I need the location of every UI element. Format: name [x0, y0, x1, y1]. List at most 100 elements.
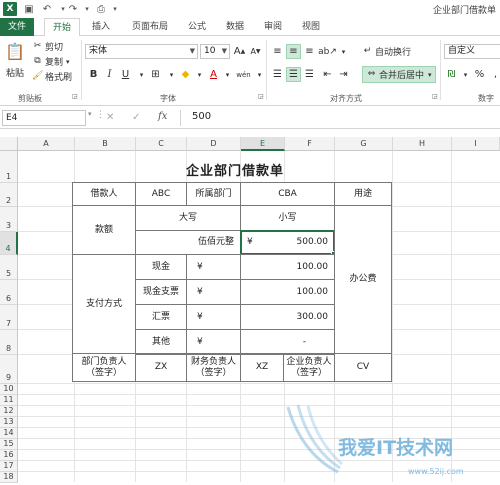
align-center-icon[interactable]: ☰ — [286, 67, 301, 82]
row-header-6[interactable]: 6 — [0, 280, 18, 305]
payment-currency[interactable]: ¥ — [186, 254, 241, 280]
phonetic-icon[interactable]: wén — [236, 67, 251, 82]
align-top-icon[interactable]: ≡ — [270, 44, 285, 59]
percent-button[interactable]: % — [472, 67, 487, 82]
redo-icon[interactable]: ↷ — [66, 2, 80, 16]
department-value[interactable]: CBA — [240, 182, 335, 206]
insert-function-button[interactable]: fx — [158, 111, 167, 122]
payment-amount[interactable]: 100.00 — [240, 254, 335, 280]
borrower-value[interactable]: ABC — [135, 182, 187, 206]
column-header-f[interactable]: F — [285, 137, 335, 151]
tab-data[interactable]: 数据 — [218, 18, 252, 36]
decrease-indent-icon[interactable]: ⇤ — [320, 67, 335, 82]
column-header-a[interactable]: A — [18, 137, 75, 151]
column-header-b[interactable]: B — [75, 137, 136, 151]
column-header-i[interactable]: I — [452, 137, 500, 151]
finance-head-label[interactable]: 财务负责人 （签字） — [186, 353, 241, 382]
font-color-icon[interactable]: A — [206, 67, 221, 82]
alignment-launcher-icon[interactable]: ◲ — [432, 93, 438, 100]
row-header-10[interactable]: 10 — [0, 384, 18, 395]
copy-dropdown-icon[interactable]: ▾ — [66, 58, 70, 66]
clipboard-launcher-icon[interactable]: ◲ — [72, 93, 78, 100]
row-header-5[interactable]: 5 — [0, 255, 18, 280]
wrap-text-button[interactable]: ↵ 自动换行 — [362, 45, 411, 58]
purpose-label[interactable]: 用途 — [334, 182, 392, 206]
underline-dropdown-icon[interactable]: ▾ — [134, 67, 149, 82]
font-name-combo[interactable]: 宋体 ▼ — [85, 44, 198, 59]
uppercase-label[interactable]: 大写 — [135, 205, 241, 231]
orientation-dropdown-icon[interactable]: ▾ — [336, 44, 351, 59]
payment-currency[interactable]: ¥ — [186, 304, 241, 330]
bold-button[interactable]: B — [86, 67, 101, 82]
number-format-combo[interactable]: 自定义 — [444, 44, 500, 59]
redo-dropdown-icon[interactable]: ▾ — [80, 2, 94, 16]
grow-font-button[interactable]: A ▲ — [232, 44, 247, 59]
row-header-1[interactable]: 1 — [0, 151, 18, 183]
tab-page-layout[interactable]: 页面布局 — [124, 18, 176, 36]
row-header-4[interactable]: 4 — [0, 232, 18, 255]
row-header-12[interactable]: 12 — [0, 406, 18, 417]
copy-button[interactable]: ⧉ 复制 ▾ — [32, 55, 70, 68]
formula-input[interactable]: 500 — [188, 110, 500, 126]
row-header-14[interactable]: 14 — [0, 428, 18, 439]
column-header-h[interactable]: H — [393, 137, 452, 151]
purpose-value[interactable]: 办公费 — [334, 205, 392, 354]
payment-currency[interactable]: ¥ — [186, 279, 241, 305]
finance-head-value[interactable]: XZ — [240, 353, 284, 382]
customize-qat-icon[interactable]: ▾ — [108, 2, 122, 16]
name-box-dropdown-icon[interactable]: ▾ — [88, 110, 92, 118]
column-header-d[interactable]: D — [187, 137, 241, 151]
font-launcher-icon[interactable]: ◲ — [258, 93, 264, 100]
tab-insert[interactable]: 插入 — [84, 18, 118, 36]
corp-head-value[interactable]: CV — [334, 353, 392, 382]
dept-head-label[interactable]: 部门负责人 （签字） — [72, 353, 136, 382]
row-header-15[interactable]: 15 — [0, 439, 18, 450]
amount-label[interactable]: 款额 — [72, 205, 136, 255]
payment-type-label[interactable]: 汇票 — [135, 304, 187, 330]
tab-file[interactable]: 文件 — [0, 18, 34, 36]
undo-icon[interactable]: ↶ — [40, 2, 54, 16]
row-header-8[interactable]: 8 — [0, 330, 18, 355]
payment-amount[interactable]: 300.00 — [240, 304, 335, 330]
row-header-11[interactable]: 11 — [0, 395, 18, 406]
select-all-corner[interactable] — [0, 137, 18, 151]
dept-head-value[interactable]: ZX — [135, 353, 187, 382]
align-middle-icon[interactable]: ≡ — [286, 44, 301, 59]
lowercase-label[interactable]: 小写 — [240, 205, 335, 231]
department-label[interactable]: 所属部门 — [186, 182, 241, 206]
borders-dropdown-icon[interactable]: ▾ — [164, 67, 179, 82]
currency-format-icon[interactable]: ₪ — [444, 67, 459, 82]
borrower-label[interactable]: 借款人 — [72, 182, 136, 206]
row-header-3[interactable]: 3 — [0, 207, 18, 232]
orientation-icon[interactable]: ab↗ — [318, 44, 337, 59]
row-header-13[interactable]: 13 — [0, 417, 18, 428]
uppercase-amount[interactable]: 伍佰元整 — [135, 230, 241, 255]
phonetic-dropdown-icon[interactable]: ▾ — [252, 67, 267, 82]
fill-color-icon[interactable]: ◆ — [178, 67, 193, 82]
column-header-g[interactable]: G — [335, 137, 393, 151]
row-header-2[interactable]: 2 — [0, 183, 18, 207]
italic-button[interactable]: I — [102, 67, 117, 82]
payment-amount[interactable]: - — [240, 329, 335, 355]
column-header-c[interactable]: C — [136, 137, 187, 151]
row-header-17[interactable]: 17 — [0, 461, 18, 472]
borders-icon[interactable]: ⊞ — [148, 67, 163, 82]
print-preview-icon[interactable]: ⎙ — [94, 2, 108, 16]
corp-head-label[interactable]: 企业负责人 （签字） — [283, 353, 335, 382]
align-left-icon[interactable]: ☰ — [270, 67, 285, 82]
tab-view[interactable]: 视图 — [294, 18, 328, 36]
column-header-e[interactable]: E — [241, 137, 285, 151]
shrink-font-button[interactable]: A ▼ — [248, 44, 263, 59]
merge-center-button[interactable]: ⇔ 合并后居中 ▾ — [362, 66, 436, 83]
row-header-9[interactable]: 9 — [0, 355, 18, 384]
worksheet-grid[interactable]: ABCDEFGHI 1 2 3 4 5 6 7 8 9 10 11 12 13 14 15 16 17 18 企业… — [0, 137, 500, 483]
cut-button[interactable]: ✂ 剪切 — [32, 40, 63, 53]
payment-type-label[interactable]: 现金 — [135, 254, 187, 280]
align-right-icon[interactable]: ☰ — [302, 67, 317, 82]
fill-color-dropdown-icon[interactable]: ▾ — [192, 67, 207, 82]
lowercase-amount-cell[interactable]: ¥ 500.00 — [240, 230, 335, 255]
row-header-16[interactable]: 16 — [0, 450, 18, 461]
align-bottom-icon[interactable]: ≡ — [302, 44, 317, 59]
currency-dropdown-icon[interactable]: ▾ — [458, 67, 473, 82]
row-header-18[interactable]: 18 — [0, 472, 18, 483]
